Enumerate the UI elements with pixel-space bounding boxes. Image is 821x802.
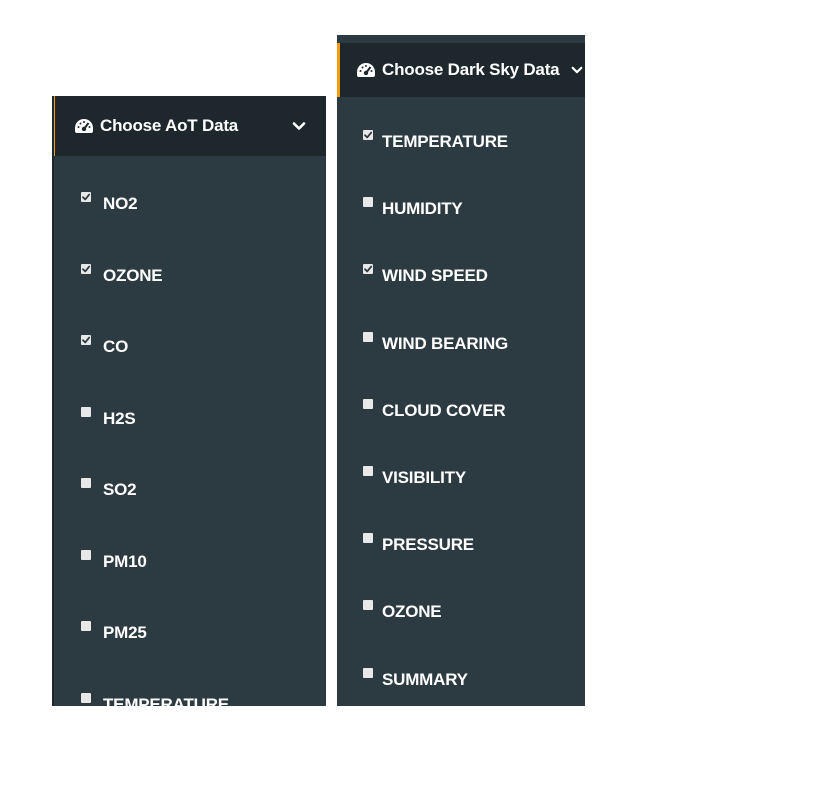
checkbox-item[interactable]: OZONE bbox=[337, 592, 585, 632]
checkbox-unchecked[interactable] bbox=[81, 621, 91, 631]
checkbox-checked[interactable] bbox=[81, 263, 91, 274]
aot-data-panel: Choose AoT Data NO2 OZONE CO H2S SO2 PM10 PM25… bbox=[52, 96, 326, 706]
checkbox-item[interactable]: CLOUD COVER bbox=[337, 391, 585, 431]
checkbox-unchecked[interactable] bbox=[81, 692, 91, 703]
checkbox-item[interactable]: VISIBILITY bbox=[337, 458, 585, 498]
checkbox-label: TEMPERATURE bbox=[382, 132, 508, 151]
chevron-down-icon[interactable] bbox=[292, 119, 306, 133]
checkbox-label: WIND SPEED bbox=[382, 266, 488, 286]
checkbox-item[interactable]: PM10 bbox=[52, 542, 326, 582]
checkbox-label: PM25 bbox=[103, 623, 147, 642]
checkbox-label: CLOUD COVER bbox=[382, 400, 506, 420]
checkmark-icon bbox=[82, 265, 91, 272]
dashboard-icon bbox=[75, 119, 93, 133]
checkmark-icon bbox=[364, 131, 373, 139]
checkbox-item[interactable]: PRESSURE bbox=[337, 525, 585, 565]
checkbox-item[interactable]: OZONE bbox=[52, 256, 326, 296]
checkbox-unchecked[interactable] bbox=[81, 478, 91, 488]
checkbox-unchecked[interactable] bbox=[363, 533, 373, 544]
checkbox-unchecked[interactable] bbox=[81, 406, 91, 417]
checkbox-label: PM10 bbox=[103, 551, 147, 571]
checkbox-label: TEMPERATURE bbox=[103, 694, 229, 707]
aot-data-header[interactable]: Choose AoT Data bbox=[52, 96, 326, 156]
checkbox-unchecked[interactable] bbox=[363, 398, 373, 409]
checkbox-item[interactable]: CO bbox=[52, 327, 326, 367]
checkbox-label: OZONE bbox=[103, 265, 163, 285]
checkbox-unchecked[interactable] bbox=[363, 331, 373, 342]
checkbox-label: PRESSURE bbox=[382, 535, 474, 555]
checkbox-label: SUMMARY bbox=[382, 669, 468, 689]
checkbox-unchecked[interactable] bbox=[363, 197, 373, 208]
chevron-down-icon[interactable] bbox=[571, 64, 583, 76]
dashboard-icon bbox=[357, 63, 375, 77]
checkbox-item[interactable]: PM25 bbox=[52, 613, 326, 653]
checkbox-label: H2S bbox=[103, 408, 136, 428]
checkbox-checked[interactable] bbox=[363, 130, 373, 140]
checkbox-label: SO2 bbox=[103, 480, 137, 499]
checkbox-item[interactable]: SUMMARY bbox=[337, 660, 585, 700]
checkbox-unchecked[interactable] bbox=[363, 600, 373, 611]
aot-data-title: Choose AoT Data bbox=[100, 116, 239, 135]
checkbox-item[interactable]: TEMPERATURE bbox=[337, 122, 585, 162]
checkbox-unchecked[interactable] bbox=[363, 466, 373, 476]
darksky-data-header[interactable]: Choose Dark Sky Data bbox=[337, 43, 585, 97]
checkbox-item[interactable]: NO2 bbox=[52, 184, 326, 224]
checkmark-icon bbox=[364, 266, 373, 273]
checkbox-label: VISIBILITY bbox=[382, 468, 466, 487]
panel-edge bbox=[52, 96, 54, 706]
checkmark-icon bbox=[82, 336, 91, 344]
checkbox-label: CO bbox=[103, 337, 129, 356]
checkbox-item[interactable]: HUMIDITY bbox=[337, 189, 585, 229]
checkbox-unchecked[interactable] bbox=[81, 549, 91, 560]
checkbox-unchecked[interactable] bbox=[363, 667, 373, 678]
checkbox-item[interactable]: WIND BEARING bbox=[337, 324, 585, 364]
checkbox-item[interactable]: H2S bbox=[52, 399, 326, 439]
checkbox-checked[interactable] bbox=[363, 264, 373, 275]
checkbox-item[interactable]: TEMPERATURE bbox=[52, 685, 326, 707]
checkbox-checked[interactable] bbox=[81, 335, 91, 345]
checkbox-label: WIND BEARING bbox=[382, 333, 509, 353]
checkbox-checked[interactable] bbox=[81, 192, 91, 202]
checkbox-item[interactable]: SO2 bbox=[52, 470, 326, 510]
checkbox-label: OZONE bbox=[382, 602, 442, 622]
checkmark-icon bbox=[82, 193, 91, 201]
darksky-data-panel: Choose Dark Sky Data TEMPERATURE HUMIDITY… bbox=[337, 35, 585, 706]
checkbox-item[interactable]: WIND SPEED bbox=[337, 256, 585, 296]
darksky-data-title: Choose Dark Sky Data bbox=[382, 60, 560, 79]
checkbox-label: HUMIDITY bbox=[382, 199, 463, 219]
checkbox-label: NO2 bbox=[103, 194, 138, 213]
